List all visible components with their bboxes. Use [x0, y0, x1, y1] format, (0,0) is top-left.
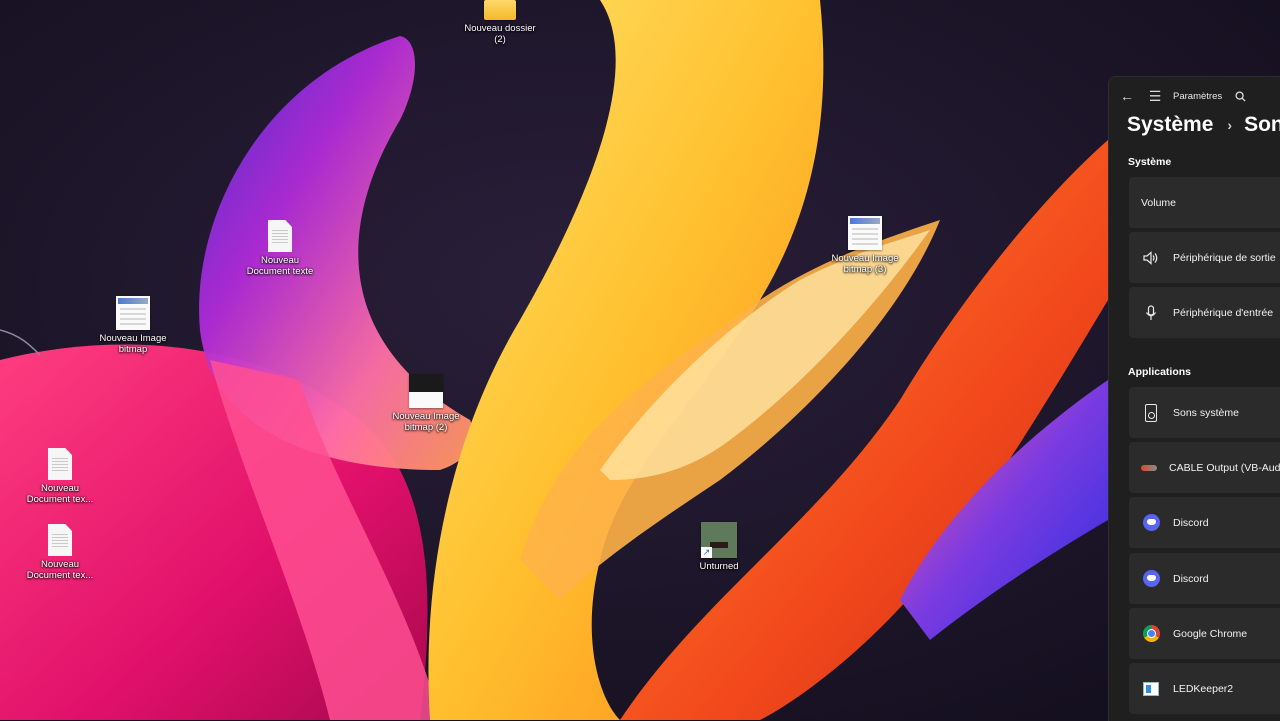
desktop-icon-nouveau-dossier-2[interactable]: Nouveau dossier (2) — [452, 0, 548, 45]
text-document-icon — [48, 448, 72, 480]
speaker-icon — [1141, 248, 1161, 268]
section-title-system: Système — [1128, 156, 1172, 168]
row-label: Google Chrome — [1173, 627, 1248, 640]
desktop[interactable]: Nouveau dossier (2) Nouveau Document tex… — [0, 0, 1280, 720]
settings-row-cable-output[interactable]: CABLE Output (VB-Audio Virtual Cable) — [1129, 442, 1280, 493]
back-arrow-icon[interactable]: ← — [1113, 82, 1141, 110]
chevron-right-icon: › — [1227, 117, 1233, 133]
microphone-icon — [1141, 303, 1161, 323]
row-label: Périphérique d'entrée — [1173, 306, 1274, 319]
desktop-icon-label: Unturned — [699, 561, 739, 572]
row-label: Volume — [1141, 196, 1177, 209]
settings-row-ledkeeper2[interactable]: LEDKeeper2 — [1129, 663, 1280, 714]
row-label: CABLE Output (VB-Audio Virtual Cable) — [1169, 461, 1280, 474]
desktop-icon-nouveau-image-bitmap[interactable]: Nouveau Image bitmap — [85, 296, 181, 355]
text-document-icon — [48, 524, 72, 556]
desktop-icon-nouveau-document-texte[interactable]: Nouveau Document texte — [232, 220, 328, 277]
system-sounds-icon — [1141, 403, 1161, 423]
unturned-game-icon: ↗ — [701, 522, 737, 558]
row-label: Discord — [1173, 572, 1209, 585]
settings-row-volume[interactable]: Volume — [1129, 177, 1280, 228]
folder-icon — [484, 0, 516, 20]
desktop-icon-nouveau-image-bitmap-2[interactable]: Nouveau Image bitmap (2) — [378, 374, 474, 433]
desktop-icon-label: Nouveau Image bitmap (3) — [831, 253, 899, 275]
desktop-icon-nouveau-image-bitmap-3[interactable]: Nouveau Image bitmap (3) — [817, 216, 913, 275]
chrome-icon — [1141, 624, 1161, 644]
settings-titlebar: ← ☰ Paramètres — [1109, 77, 1280, 115]
desktop-icon-nouveau-document-texte-b[interactable]: Nouveau Document tex... — [12, 524, 108, 581]
window-title: Paramètres — [1173, 90, 1223, 102]
settings-row-system-sounds[interactable]: Sons système — [1129, 387, 1280, 438]
wallpaper — [0, 0, 1280, 720]
desktop-icon-label: Nouveau Document tex... — [26, 483, 94, 505]
desktop-icon-unturned[interactable]: ↗ Unturned — [671, 522, 767, 572]
settings-row-output-device[interactable]: Périphérique de sortie — [1129, 232, 1280, 283]
breadcrumb: Système › Son — [1127, 113, 1280, 137]
settings-row-input-device[interactable]: Périphérique d'entrée — [1129, 287, 1280, 338]
search-icon[interactable] — [1226, 82, 1254, 110]
hamburger-menu-icon[interactable]: ☰ — [1141, 82, 1169, 110]
desktop-icon-label: Nouveau Image bitmap — [99, 333, 167, 355]
desktop-icon-label: Nouveau Document tex... — [26, 559, 94, 581]
settings-window: ← ☰ Paramètres Système › Son Système Vol… — [1108, 76, 1280, 721]
text-document-icon — [268, 220, 292, 252]
row-label: Discord — [1173, 516, 1209, 529]
bitmap-image-icon — [116, 296, 150, 330]
row-label: LEDKeeper2 — [1173, 682, 1234, 695]
desktop-icon-label: Nouveau Document texte — [246, 255, 314, 277]
desktop-icon-label: Nouveau dossier (2) — [464, 23, 536, 45]
breadcrumb-parent[interactable]: Système — [1127, 113, 1213, 137]
settings-row-google-chrome[interactable]: Google Chrome — [1129, 608, 1280, 659]
bitmap-image-icon — [848, 216, 882, 250]
settings-row-discord-2[interactable]: Discord — [1129, 553, 1280, 604]
bitmap-image-icon — [409, 374, 443, 408]
discord-icon — [1141, 569, 1161, 589]
ledkeeper-icon — [1141, 679, 1161, 699]
desktop-icon-label: Nouveau Image bitmap (2) — [392, 411, 460, 433]
breadcrumb-current: Son — [1244, 113, 1280, 136]
cable-icon — [1141, 458, 1157, 478]
row-label: Périphérique de sortie — [1173, 251, 1276, 264]
shortcut-arrow-icon: ↗ — [701, 547, 712, 558]
discord-icon — [1141, 513, 1161, 533]
desktop-icon-nouveau-document-texte-a[interactable]: Nouveau Document tex... — [12, 448, 108, 505]
row-label: Sons système — [1173, 406, 1239, 419]
section-title-applications: Applications — [1128, 366, 1192, 378]
settings-row-discord-1[interactable]: Discord — [1129, 497, 1280, 548]
